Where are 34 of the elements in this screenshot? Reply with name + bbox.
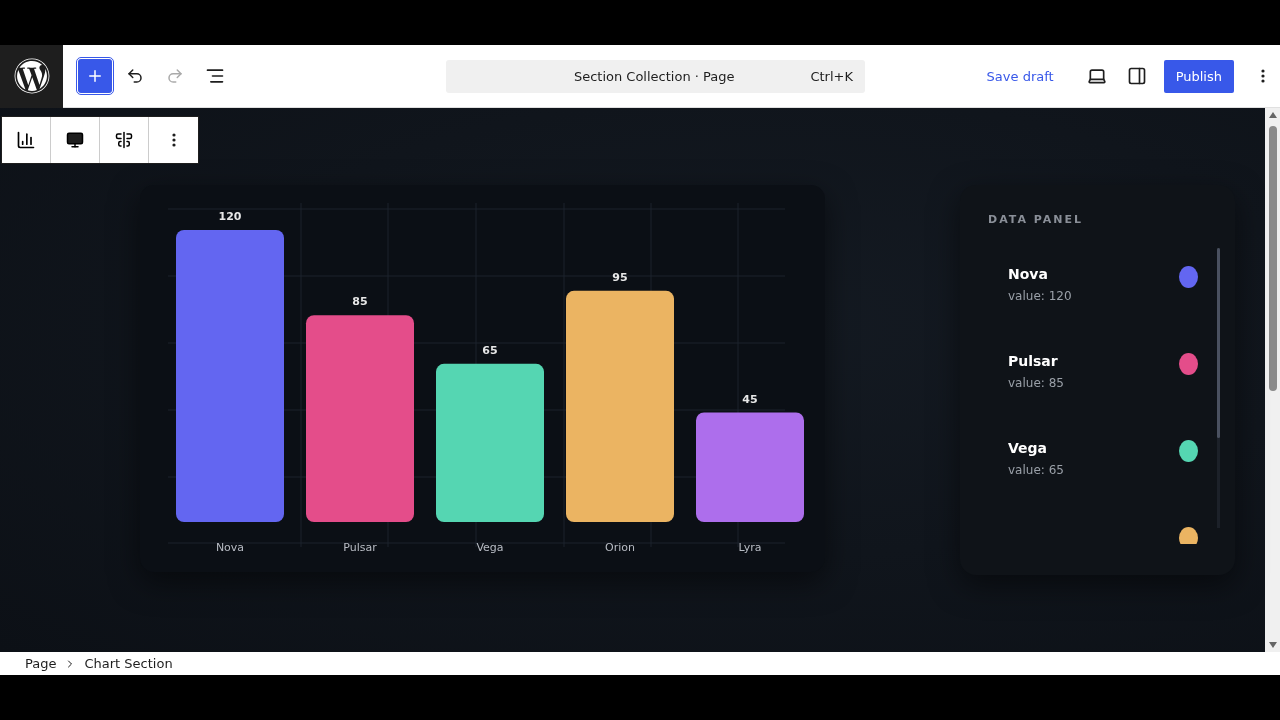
scrollbar-thumb[interactable] xyxy=(1268,126,1277,391)
plus-icon xyxy=(86,67,104,85)
category-label: Lyra xyxy=(738,541,762,554)
more-options-icon[interactable] xyxy=(1261,69,1265,83)
item-name: Nova xyxy=(1008,266,1049,282)
item-name: Vega xyxy=(1008,440,1049,456)
category-label: Orion xyxy=(605,541,635,554)
document-title: Section Collection · Page xyxy=(572,68,736,84)
save-draft-link[interactable]: Save draft xyxy=(986,68,1054,84)
breadcrumb-item[interactable]: Page xyxy=(25,656,57,671)
item-value: value: 65 xyxy=(1008,463,1064,477)
data-label: 95 xyxy=(612,270,628,284)
category-label: Pulsar xyxy=(343,541,377,554)
scroll-up-icon[interactable] xyxy=(1268,112,1277,118)
add-block-button[interactable] xyxy=(78,59,112,93)
data-label: 120 xyxy=(218,210,242,223)
item-value: value: 120 xyxy=(1008,289,1072,303)
undo-icon[interactable] xyxy=(126,67,144,85)
shortcut-label: Ctrl+K xyxy=(810,68,853,84)
logo-icon[interactable] xyxy=(0,44,63,108)
item-value: value: 85 xyxy=(1008,376,1064,390)
panel-title: DATA PANEL xyxy=(988,213,1085,226)
publish-button[interactable]: Publish xyxy=(1163,59,1234,93)
category-label: Nova xyxy=(215,541,245,554)
item-name: Pulsar xyxy=(1008,353,1059,369)
scrollbar-thumb[interactable] xyxy=(1217,248,1220,438)
breadcrumb-item[interactable]: Chart Section xyxy=(84,656,173,671)
command-bar[interactable]: Section Collection · Page Ctrl+K xyxy=(446,59,865,93)
list-view-icon[interactable] xyxy=(205,66,225,86)
data-label: 45 xyxy=(742,392,758,406)
data-label: 65 xyxy=(482,343,498,357)
more-options-icon xyxy=(171,133,176,147)
data-label: 85 xyxy=(352,295,368,309)
category-label: Vega xyxy=(476,541,504,554)
